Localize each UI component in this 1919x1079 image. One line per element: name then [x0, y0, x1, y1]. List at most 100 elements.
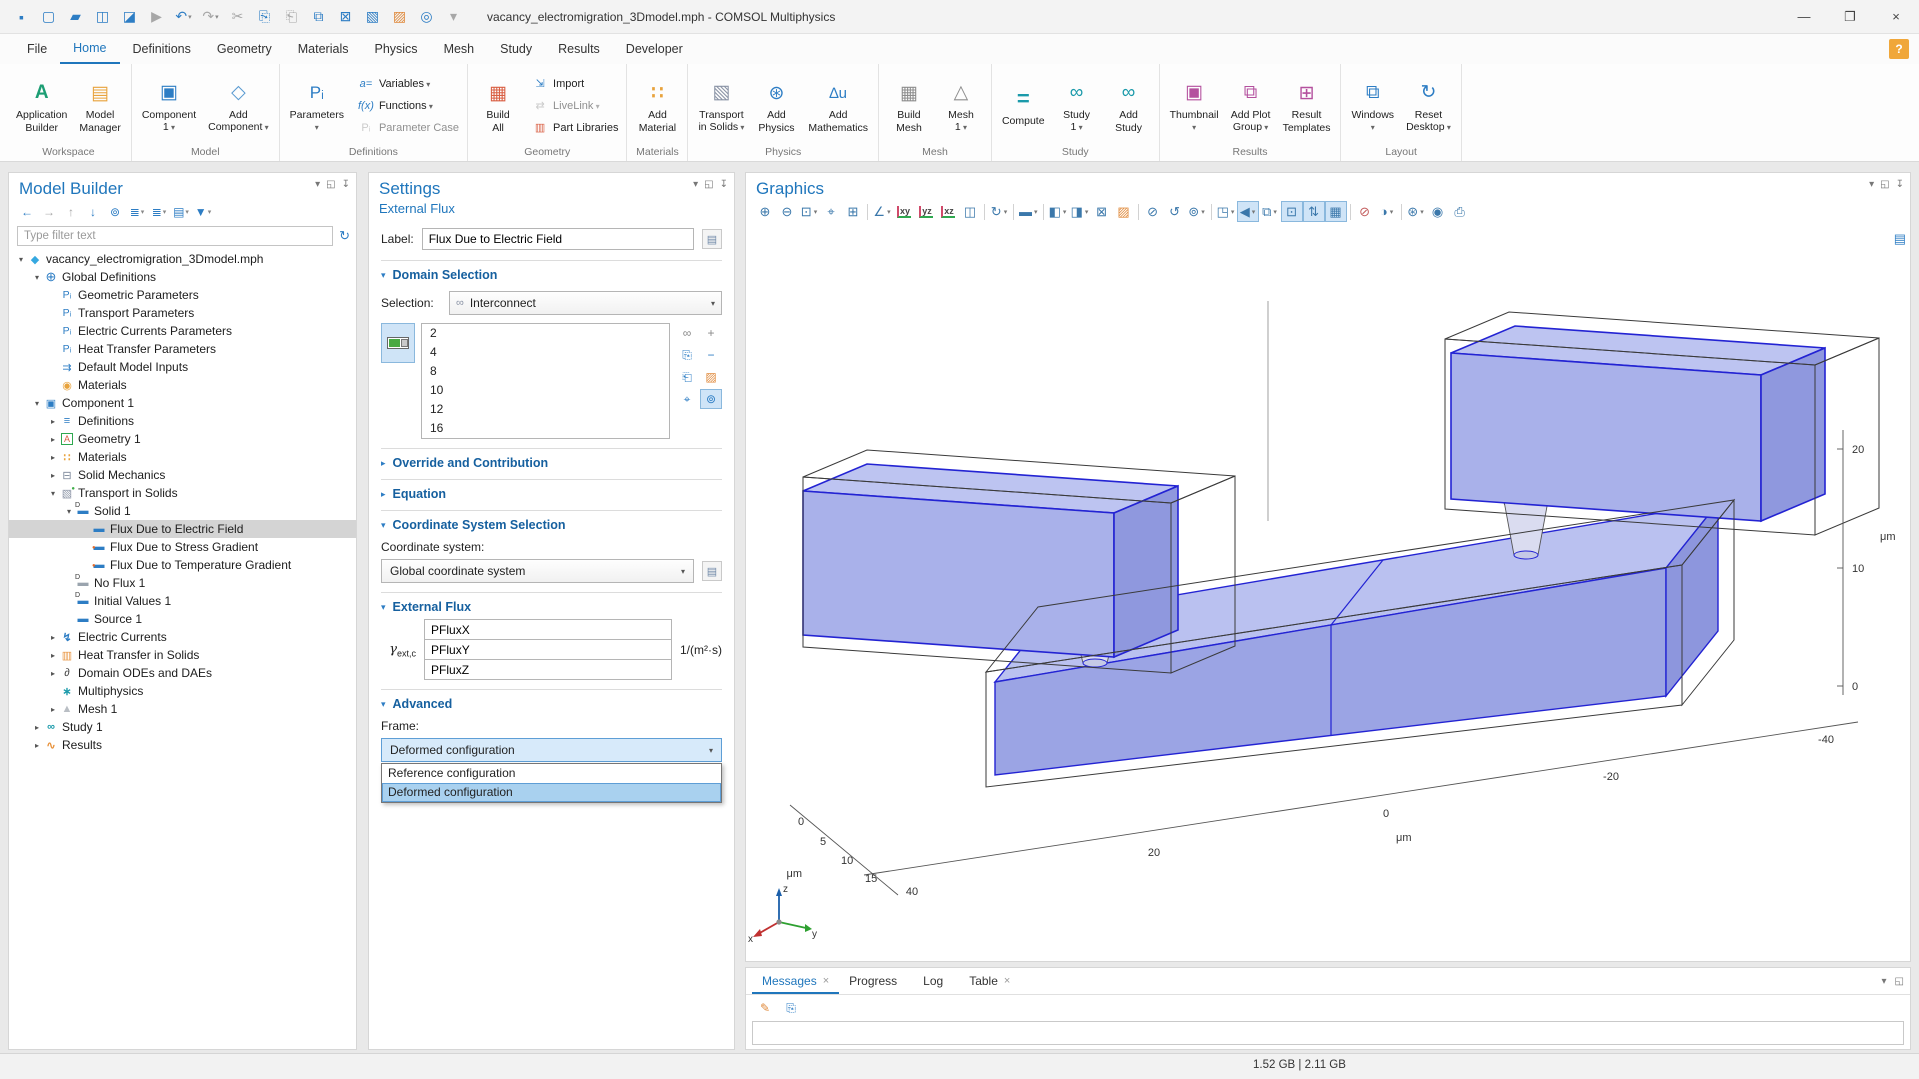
remove-from-selection-button[interactable]: − — [700, 345, 722, 365]
save-as-button[interactable]: ◪ — [116, 4, 143, 30]
menu-tab[interactable]: Mesh — [431, 34, 488, 64]
tree-item[interactable]: Global Definitions — [9, 268, 356, 286]
paste-selection-button[interactable]: ⎗ — [676, 367, 698, 387]
node-grouping-button[interactable]: ▤ — [171, 202, 191, 222]
expand-all-button[interactable]: ≣ — [127, 202, 147, 222]
deselect-box-button[interactable]: ▨ — [1113, 201, 1135, 222]
thumbnail-button[interactable]: ▣ Thumbnail — [1164, 76, 1225, 136]
tree-expander-icon[interactable] — [47, 471, 59, 480]
highlight-selection-button[interactable]: ⊚ — [700, 389, 722, 409]
add-study-button[interactable]: ∞ Add Study — [1103, 76, 1155, 135]
delete-button[interactable]: ⊠ — [332, 4, 359, 30]
view-unhidden-button[interactable]: ⊚ — [1186, 201, 1208, 222]
menu-tab[interactable]: Home — [60, 34, 119, 64]
flux-component-input[interactable] — [424, 619, 672, 640]
model-manager-button[interactable]: ▤ Model Manager — [73, 76, 126, 135]
domain-list-item[interactable]: 10 — [422, 381, 669, 400]
float-icon[interactable]: ◱ — [704, 179, 713, 190]
build-mesh-button[interactable]: ▦ Build Mesh — [883, 76, 935, 135]
functions-button[interactable]: f(x) Functions — [352, 95, 463, 117]
deselect-box-button[interactable]: ▨ — [700, 367, 722, 387]
tree-expander-icon[interactable] — [31, 741, 43, 750]
add-plot-group-button[interactable]: ⧉ Add Plot Group — [1225, 76, 1277, 136]
view-xz-button[interactable]: xz — [937, 201, 959, 222]
new-file-button[interactable]: ▢ — [35, 4, 62, 30]
scene-config-button[interactable]: ⧉ — [1259, 201, 1281, 222]
scene-light-button[interactable]: ⊘ — [1354, 201, 1376, 222]
compute-button[interactable]: = Compute — [996, 82, 1051, 129]
save-button[interactable]: ◫ — [89, 4, 116, 30]
tree-expander-icon[interactable] — [47, 651, 59, 660]
reset-hiding-button[interactable]: ↺ — [1164, 201, 1186, 222]
tab-close-icon[interactable]: × — [823, 975, 829, 987]
tree-expander-icon[interactable] — [47, 705, 59, 714]
domain-list-item[interactable]: 4 — [422, 343, 669, 362]
menu-tab[interactable]: File — [14, 34, 60, 64]
filter-view-button[interactable]: ▼ — [193, 202, 213, 222]
selection-mode-button[interactable]: ◧ — [1047, 201, 1069, 222]
forward-button[interactable]: → — [39, 202, 59, 222]
transparency-button[interactable]: ◳ — [1215, 201, 1237, 222]
tree-item[interactable]: Electric Currents Parameters — [9, 322, 356, 340]
transport-in-solids-button[interactable]: ▧ Transport in Solids — [692, 76, 750, 136]
add-component-button[interactable]: ◇ Add Component — [202, 76, 275, 136]
tree-item[interactable]: vacancy_electromigration_3Dmodel.mph — [9, 250, 356, 268]
tree-item[interactable]: Solid Mechanics — [9, 466, 356, 484]
help-button[interactable]: ? — [1889, 39, 1909, 59]
go-to-source-icon[interactable]: ▤ — [702, 561, 722, 581]
menu-tab[interactable]: Geometry — [204, 34, 285, 64]
redo-button[interactable]: ↷ — [197, 4, 224, 30]
tree-expander-icon[interactable] — [47, 633, 59, 642]
scene-projection-button[interactable]: ◫ — [959, 201, 981, 222]
zoom-extents-button[interactable]: ⌖ — [820, 201, 842, 222]
clear-log-button[interactable]: ✎ — [754, 998, 776, 1018]
menu-tab[interactable]: Developer — [613, 34, 696, 64]
domain-list-item[interactable]: 12 — [422, 400, 669, 419]
tree-item[interactable]: Materials — [9, 448, 356, 466]
copy-log-button[interactable]: ⎘ — [780, 998, 802, 1018]
tree-item[interactable]: Results — [9, 736, 356, 754]
domain-list-item[interactable]: 2 — [422, 324, 669, 343]
tree-item[interactable]: Heat Transfer in Solids — [9, 646, 356, 664]
panel-menu-icon[interactable]: ▾ — [693, 179, 698, 190]
zoom-box-button[interactable]: ⊡ — [798, 201, 820, 222]
domain-box-left[interactable] — [803, 464, 1178, 657]
tab-close-icon[interactable]: × — [1004, 975, 1010, 987]
variables-button[interactable]: a= Variables — [352, 73, 463, 95]
zoom-out-button[interactable]: ⊖ — [776, 201, 798, 222]
float-icon[interactable]: ◱ — [1895, 976, 1904, 987]
select-box-button[interactable]: ⊠ — [1091, 201, 1113, 222]
rotate-button[interactable]: ↻ — [988, 201, 1010, 222]
section-domain-selection[interactable]: Domain Selection — [381, 268, 722, 282]
tree-expander-icon[interactable] — [47, 453, 59, 462]
hide-selected-button[interactable]: ⊘ — [1142, 201, 1164, 222]
bottom-tab[interactable]: Log — [913, 968, 959, 994]
pin-icon[interactable]: ↧ — [1896, 179, 1904, 190]
tree-expander-icon[interactable] — [31, 399, 43, 408]
tree-expander-icon[interactable] — [31, 273, 43, 282]
tree-item[interactable]: Definitions — [9, 412, 356, 430]
livelink-button[interactable]: ⇄ LiveLink — [526, 95, 622, 117]
paste-button[interactable]: ⎗ — [278, 4, 305, 30]
pin-icon[interactable]: ↧ — [720, 179, 728, 190]
add-mathematics-button[interactable]: ∆u Add Mathematics — [802, 76, 874, 135]
cut-button[interactable]: ✂ — [224, 4, 251, 30]
environment-reflections-button[interactable]: ⊛ — [1405, 201, 1427, 222]
section-external-flux[interactable]: External Flux — [381, 600, 722, 614]
section-override-contribution[interactable]: Override and Contribution — [381, 456, 722, 470]
close-button[interactable]: × — [1873, 0, 1919, 34]
tree-item[interactable]: Component 1 — [9, 394, 356, 412]
flux-component-input[interactable] — [424, 659, 672, 680]
adjacent-selection-button[interactable]: ◨ — [1069, 201, 1091, 222]
select-box-button[interactable]: ▧ — [359, 4, 386, 30]
tree-item[interactable]: No Flux 1 — [9, 574, 356, 592]
open-button[interactable]: ▰ — [62, 4, 89, 30]
tree-item[interactable]: Multiphysics — [9, 682, 356, 700]
menu-tab[interactable]: Results — [545, 34, 613, 64]
study-1-button[interactable]: ∞ Study 1 — [1051, 76, 1103, 136]
menu-tab[interactable]: Study — [487, 34, 545, 64]
filter-refresh-icon[interactable]: ↻ — [339, 228, 350, 244]
import-button[interactable]: ⇲ Import — [526, 73, 622, 95]
bottom-tab[interactable]: Messages × — [752, 968, 839, 994]
go-to-default-view-button[interactable]: ∠ — [871, 201, 893, 222]
